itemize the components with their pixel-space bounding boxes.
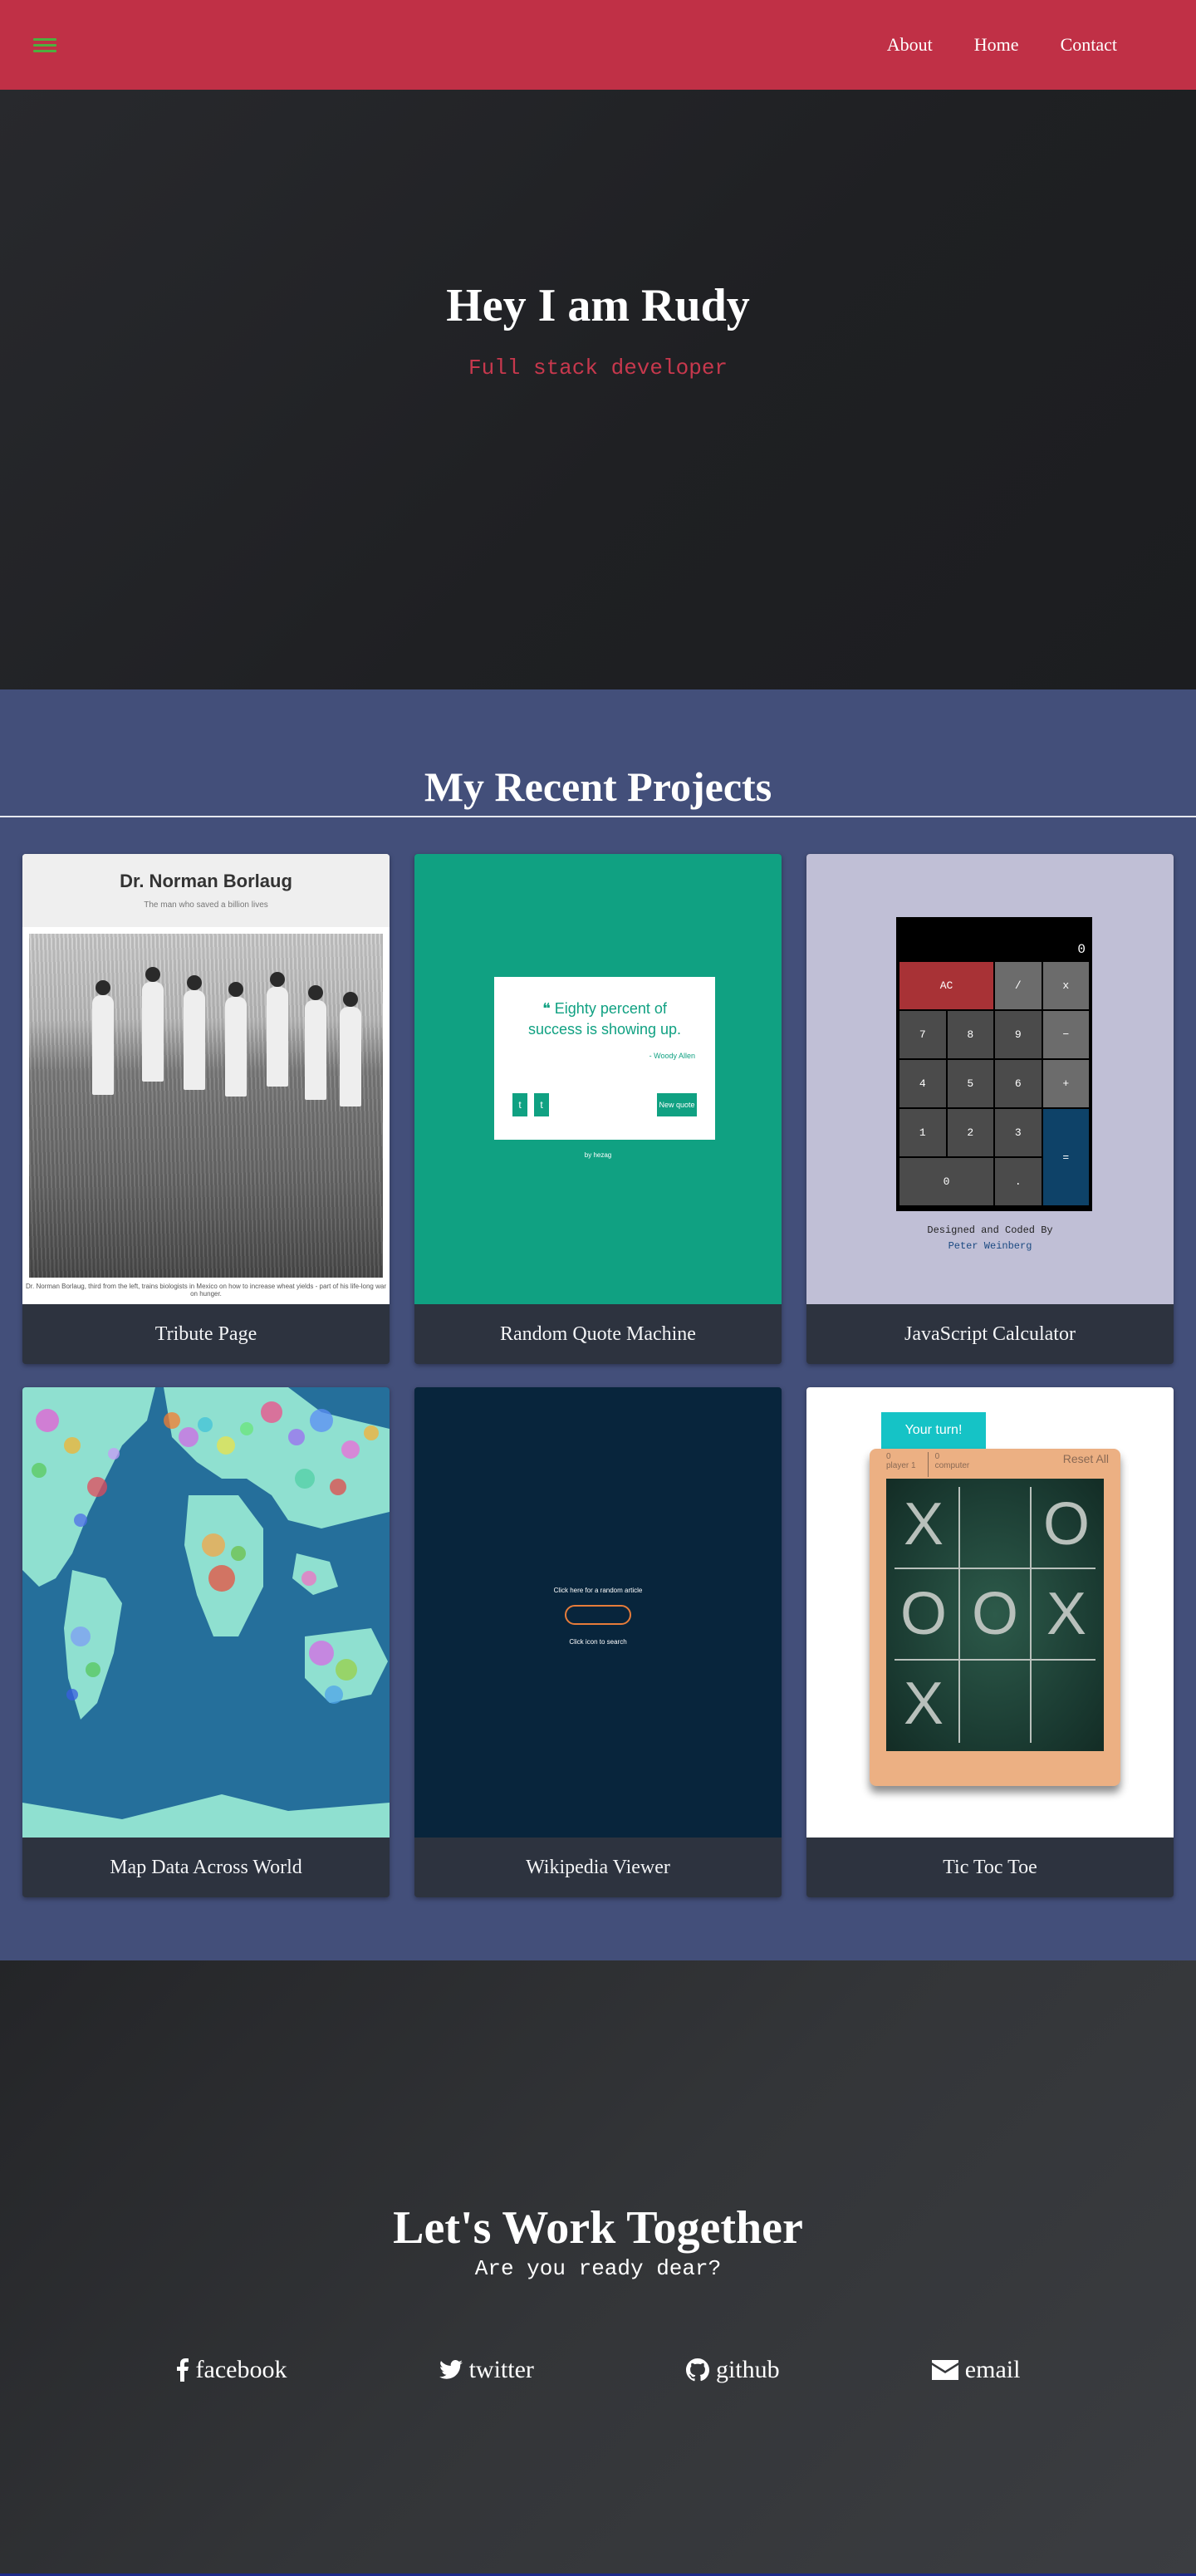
- calc-key: +: [1042, 1060, 1089, 1107]
- wiki-thumb-random-text: Click here for a random article: [553, 1587, 643, 1594]
- ttt-cell: X: [903, 1671, 944, 1737]
- calc-key: 2: [947, 1109, 993, 1156]
- calculator-body: 0 AC / x 7 8 9 − 4 5 6 + 1 2 3 = 0 .: [896, 917, 1092, 1211]
- ttt-thumb-board: X O O O X X: [886, 1479, 1104, 1751]
- tribute-photo: [29, 934, 383, 1278]
- projects-grid: Dr. Norman Borlaug The man who saved a b…: [0, 817, 1196, 1897]
- ttt-cell: O: [1042, 1491, 1090, 1558]
- ttt-cell: [959, 1480, 1031, 1568]
- top-navbar: About Home Contact: [0, 0, 1196, 90]
- ttt-cell: O: [899, 1581, 947, 1647]
- ttt-thumb-reset: Reset All: [1062, 1452, 1109, 1465]
- ttt-cell: O: [971, 1581, 1018, 1647]
- social-links: facebook twitter github email: [0, 2281, 1196, 2384]
- world-map-graphic: [22, 1387, 390, 1838]
- ttt-cell: X: [903, 1491, 944, 1558]
- ttt-cell: X: [1046, 1581, 1087, 1647]
- project-title: Tic Toc Toe: [943, 1856, 1037, 1878]
- calc-key: 4: [899, 1060, 946, 1107]
- calc-key: /: [995, 962, 1042, 1009]
- facebook-label: facebook: [195, 2356, 287, 2383]
- hero-section: Hey I am Rudy Full stack developer: [0, 90, 1196, 689]
- ttt-cell: [959, 1660, 1031, 1748]
- wiki-thumb-search-box: [565, 1605, 631, 1625]
- tictactoe-screenshot: Your turn! 0 player 1 0 computer Reset A…: [806, 1387, 1174, 1838]
- wiki-thumb-search-text: Click icon to search: [569, 1638, 627, 1646]
- facebook-link[interactable]: facebook: [176, 2356, 287, 2384]
- calc-key: 1: [899, 1109, 946, 1156]
- contact-heading: Let's Work Together: [393, 2202, 803, 2254]
- project-card-calculator[interactable]: 0 AC / x 7 8 9 − 4 5 6 + 1 2 3 = 0 . Des…: [806, 854, 1174, 1364]
- project-card-map[interactable]: Map Data Across World: [22, 1387, 390, 1897]
- twitter-link[interactable]: twitter: [439, 2356, 534, 2384]
- wiki-screenshot: Click here for a random article Click ic…: [414, 1387, 782, 1838]
- calc-key: 3: [995, 1109, 1042, 1156]
- tumblr-icon: t: [534, 1093, 549, 1116]
- calc-key: 7: [899, 1011, 946, 1058]
- ttt-thumb-computer-label: computer: [934, 1461, 970, 1470]
- ttt-thumb-player-score: 0: [886, 1452, 891, 1461]
- tribute-thumb-heading: Dr. Norman Borlaug: [120, 871, 292, 891]
- twitter-label: twitter: [468, 2356, 534, 2383]
- facebook-icon: [176, 2358, 189, 2382]
- ttt-thumb-player-label: player 1: [886, 1461, 916, 1470]
- quote-thumb-text: ❝ Eighty percent of success is showing u…: [527, 1000, 682, 1038]
- project-title: Wikipedia Viewer: [526, 1856, 670, 1878]
- project-card-quote[interactable]: ❝ Eighty percent of success is showing u…: [414, 854, 782, 1364]
- tribute-screenshot: Dr. Norman Borlaug The man who saved a b…: [22, 854, 390, 1304]
- calc-credit-line: Designed and Coded By: [927, 1224, 1053, 1236]
- tribute-thumb-subheading: The man who saved a billion lives: [144, 900, 268, 910]
- twitter-icon: [439, 2360, 463, 2379]
- quote-screenshot: ❝ Eighty percent of success is showing u…: [414, 854, 782, 1304]
- calc-credit-name: Peter Weinberg: [948, 1240, 1032, 1253]
- projects-section: My Recent Projects Dr. Norman Borlaug Th…: [0, 689, 1196, 1960]
- quote-thumb-byline: by hezag: [584, 1151, 612, 1159]
- calc-key: x: [1042, 962, 1089, 1009]
- ttt-thumb-frame: 0 player 1 0 computer Reset All X O O O …: [870, 1449, 1120, 1786]
- map-screenshot: [22, 1387, 390, 1838]
- ttt-thumb-computer-score: 0: [934, 1452, 940, 1461]
- project-card-tictactoe[interactable]: Your turn! 0 player 1 0 computer Reset A…: [806, 1387, 1174, 1897]
- project-title: Tribute Page: [154, 1322, 257, 1345]
- hero-title: Hey I am Rudy: [446, 280, 750, 331]
- github-link[interactable]: github: [686, 2356, 780, 2384]
- email-link[interactable]: email: [931, 2356, 1021, 2384]
- calc-key: 9: [995, 1011, 1042, 1058]
- calc-key: =: [1042, 1109, 1089, 1205]
- envelope-icon: [931, 2360, 958, 2380]
- nav-link-contact[interactable]: Contact: [1061, 34, 1117, 55]
- project-title: JavaScript Calculator: [904, 1322, 1076, 1345]
- calculator-screenshot: 0 AC / x 7 8 9 − 4 5 6 + 1 2 3 = 0 . Des…: [806, 854, 1174, 1304]
- contact-section: Let's Work Together Are you ready dear? …: [0, 1960, 1196, 2576]
- project-title: Map Data Across World: [110, 1856, 302, 1878]
- contact-subheading: Are you ready dear?: [474, 2256, 722, 2281]
- hamburger-menu-icon[interactable]: [33, 37, 56, 52]
- calc-key: −: [1042, 1011, 1089, 1058]
- ttt-thumb-turn-label: Your turn!: [881, 1412, 986, 1449]
- calc-key: 0: [899, 1158, 993, 1205]
- nav-link-about[interactable]: About: [887, 34, 933, 55]
- project-card-wiki[interactable]: Click here for a random article Click ic…: [414, 1387, 782, 1897]
- hero-subtitle: Full stack developer: [468, 356, 728, 380]
- github-icon: [686, 2358, 710, 2382]
- calc-key: 8: [947, 1011, 993, 1058]
- projects-heading: My Recent Projects: [424, 763, 772, 810]
- project-title: Random Quote Machine: [500, 1322, 696, 1345]
- calc-key: .: [995, 1158, 1042, 1205]
- calc-key: 5: [947, 1060, 993, 1107]
- nav-links: About Home Contact: [887, 34, 1117, 56]
- ttt-cell: [1031, 1660, 1102, 1748]
- tweet-icon: t: [512, 1093, 527, 1116]
- github-label: github: [716, 2356, 780, 2383]
- calc-key: 6: [995, 1060, 1042, 1107]
- email-label: email: [964, 2356, 1021, 2383]
- calc-key: AC: [899, 962, 993, 1009]
- quote-thumb-author: - Woody Allen: [649, 1052, 695, 1061]
- project-card-tribute[interactable]: Dr. Norman Borlaug The man who saved a b…: [22, 854, 390, 1364]
- quote-thumb-new-quote: New quote: [657, 1093, 697, 1116]
- calc-display: 0: [1077, 942, 1086, 957]
- nav-link-home[interactable]: Home: [974, 34, 1019, 55]
- tribute-thumb-caption: Dr. Norman Borlaug, third from the left,…: [26, 1283, 386, 1298]
